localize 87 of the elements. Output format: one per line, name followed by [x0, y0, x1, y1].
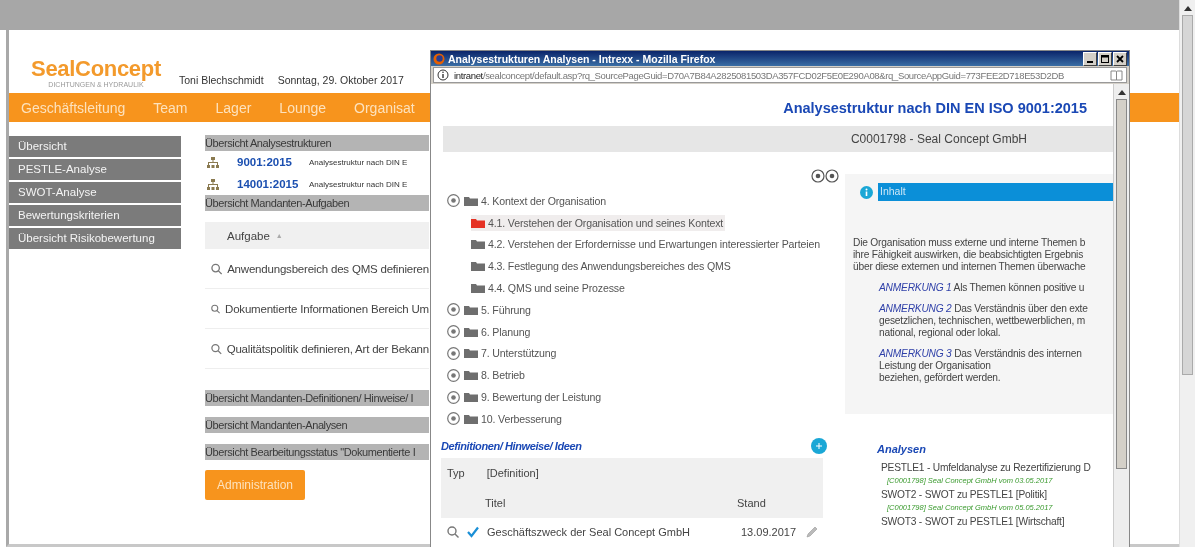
info-paragraph: Die Organisation muss externe und interne Themen b ihre Fähigkeit auswirken, die beabsichtigten Ergebnis über diese externen und internen Themen überwache [853, 237, 1087, 273]
reader-view-icon [1110, 69, 1123, 81]
minimize-icon[interactable] [1083, 51, 1097, 66]
tree-item[interactable]: 4.4. QMS und seine Prozesse [471, 280, 627, 297]
tree-item[interactable]: 9. Bewertung der Leistung [464, 389, 603, 406]
analysis-link[interactable]: SWOT2 - SWOT zu PESTLE1 [Politik] [881, 487, 1113, 502]
analysis-link[interactable]: PESTLE1 - Umfeldanalyse zu Rezertifizierung D [881, 460, 1113, 475]
folder-icon [464, 304, 478, 315]
circle-dot-icon[interactable] [447, 390, 460, 404]
scrollbar[interactable] [1179, 0, 1195, 547]
task-link[interactable]: Dokumentierte Informationen Bereich Um [225, 302, 429, 315]
tree-item[interactable]: 5. Führung [464, 301, 533, 318]
table-cell: 13.09.2017 [741, 525, 797, 538]
circle-dot-icon[interactable] [447, 325, 460, 339]
tree-item[interactable]: 4.3. Festlegung des Anwendungsbereiches des QMS [471, 258, 733, 275]
folder-icon [471, 239, 485, 250]
structure-description: Analysestruktur nach DIN E [309, 179, 408, 189]
structure-link[interactable]: 14001:2015 [237, 178, 309, 190]
tree-item[interactable]: 10. Verbesserung [464, 410, 564, 427]
note-paragraph: ANMERKUNG 2 Das Verständnis über den exte gesetzlichen, technischen, wettbewerblichen, m national, regional oder lokal. [879, 303, 1089, 339]
circle-dot-icon[interactable] [447, 346, 460, 360]
task-link[interactable]: Anwendungsbereich des QMS definieren [227, 262, 429, 275]
search-icon [211, 342, 222, 355]
column-header: Titel [485, 496, 507, 509]
tree-item[interactable]: 7. Unterstützung [464, 345, 559, 362]
maximize-icon[interactable] [1098, 51, 1112, 66]
note-paragraph: ANMERKUNG 3 Das Verständnis des internen Leistung der Organisation beziehen, gefördert werden. [879, 348, 1083, 384]
folder-icon [464, 195, 478, 206]
section-header: Übersicht Mandanten-Aufgaben [205, 195, 429, 211]
table-cell-text: Geschäftszweck der Seal Concept GmbH [487, 525, 691, 538]
logo-wordmark: SealConcept [31, 57, 161, 81]
folder-icon [464, 392, 478, 403]
search-icon [447, 525, 459, 538]
circle-dot-icon[interactable] [447, 194, 460, 208]
circle-dot-icon[interactable] [447, 303, 460, 317]
folder-icon [464, 326, 478, 337]
sidebar-item[interactable]: SWOT-Analyse [9, 182, 181, 203]
sidebar-item[interactable]: Bewertungskriterien [9, 205, 181, 226]
column-header[interactable]: Aufgabe [227, 229, 270, 242]
client-bar: C0001798 - Seal Concept GmbH [443, 126, 1113, 152]
close-icon[interactable] [1113, 51, 1127, 66]
folder-icon [464, 370, 478, 381]
tree-item[interactable]: 4.1. Verstehen der Organisation und seines Kontext [471, 214, 726, 231]
search-icon [211, 302, 221, 315]
window-title: Analysestrukturen Analysen - Intrexx - Mozilla Firefox [448, 52, 717, 65]
info-icon [860, 185, 873, 199]
section-header: Übersicht Analysestrukturen [205, 135, 429, 151]
section-header: Übersicht Bearbeitungsstatus "Dokumentierte I [205, 444, 429, 460]
section-header: Übersicht Mandanten-Definitionen/ Hinweise/ I [205, 390, 429, 406]
sidebar-item[interactable]: PESTLE-Analyse [9, 159, 181, 180]
sidebar-item[interactable]: Übersicht Risikobewertung [9, 228, 181, 249]
structure-link[interactable]: 9001:2015 [237, 156, 309, 168]
double-circle-icon[interactable] [811, 169, 839, 183]
page-heading: Analysestruktur nach DIN EN ISO 9001:2015 [782, 99, 1088, 118]
type-label: Typ [447, 466, 465, 479]
current-date: Sonntag, 29. Oktober 2017 [277, 74, 404, 86]
folder-icon [471, 283, 485, 294]
section-header: Übersicht Mandanten-Analysen [205, 417, 429, 433]
type-value: [Definition] [486, 466, 539, 479]
tree-item[interactable]: 4. Kontext der Organisation [464, 192, 608, 209]
circle-dot-icon[interactable] [447, 412, 460, 426]
add-icon[interactable] [811, 437, 827, 454]
folder-icon [471, 217, 485, 228]
scrollbar[interactable] [1113, 84, 1129, 547]
hierarchy-icon [207, 156, 219, 168]
task-link[interactable]: Qualitätspolitik definieren, Art der Bekann [226, 342, 429, 355]
section-title: Analysen [877, 443, 927, 455]
tree-item[interactable]: 4.2. Verstehen der Erfordernisse und Erwartungen interessierter Parteien [471, 236, 822, 253]
tree-item[interactable]: 6. Planung [464, 323, 533, 340]
section-title: Definitionen/ Hinweise/ Ideen [441, 439, 582, 452]
address-field[interactable]: intranet/sealconcept/default.asp?rq_SourcePageGuid=D70A7B84A2825081503DA357FCD02F5E0E290A08&rq_SourceAppGuid=773FEE2D718E53D2DB [433, 67, 1127, 83]
note-paragraph: ANMERKUNG 1 Als Themen können positive u [879, 282, 1086, 294]
folder-icon [471, 261, 485, 272]
browser-icon [433, 52, 445, 65]
column-header: Stand [737, 496, 766, 509]
panel-title-bar: Inhalt [878, 183, 1113, 201]
search-icon [211, 262, 223, 275]
user-name: Toni Blechschmidt [179, 74, 264, 86]
info-icon [437, 69, 449, 81]
tree-item[interactable]: 8. Betrieb [464, 367, 527, 384]
folder-icon [464, 348, 478, 359]
folder-icon [464, 413, 478, 424]
structure-description: Analysestruktur nach DIN E [309, 157, 408, 167]
analysis-link[interactable]: SWOT3 - SWOT zu PESTLE1 [Wirtschaft] [881, 514, 1113, 529]
sidebar-item[interactable]: Übersicht [9, 136, 181, 157]
hierarchy-icon [207, 178, 219, 190]
circle-dot-icon[interactable] [447, 368, 460, 382]
